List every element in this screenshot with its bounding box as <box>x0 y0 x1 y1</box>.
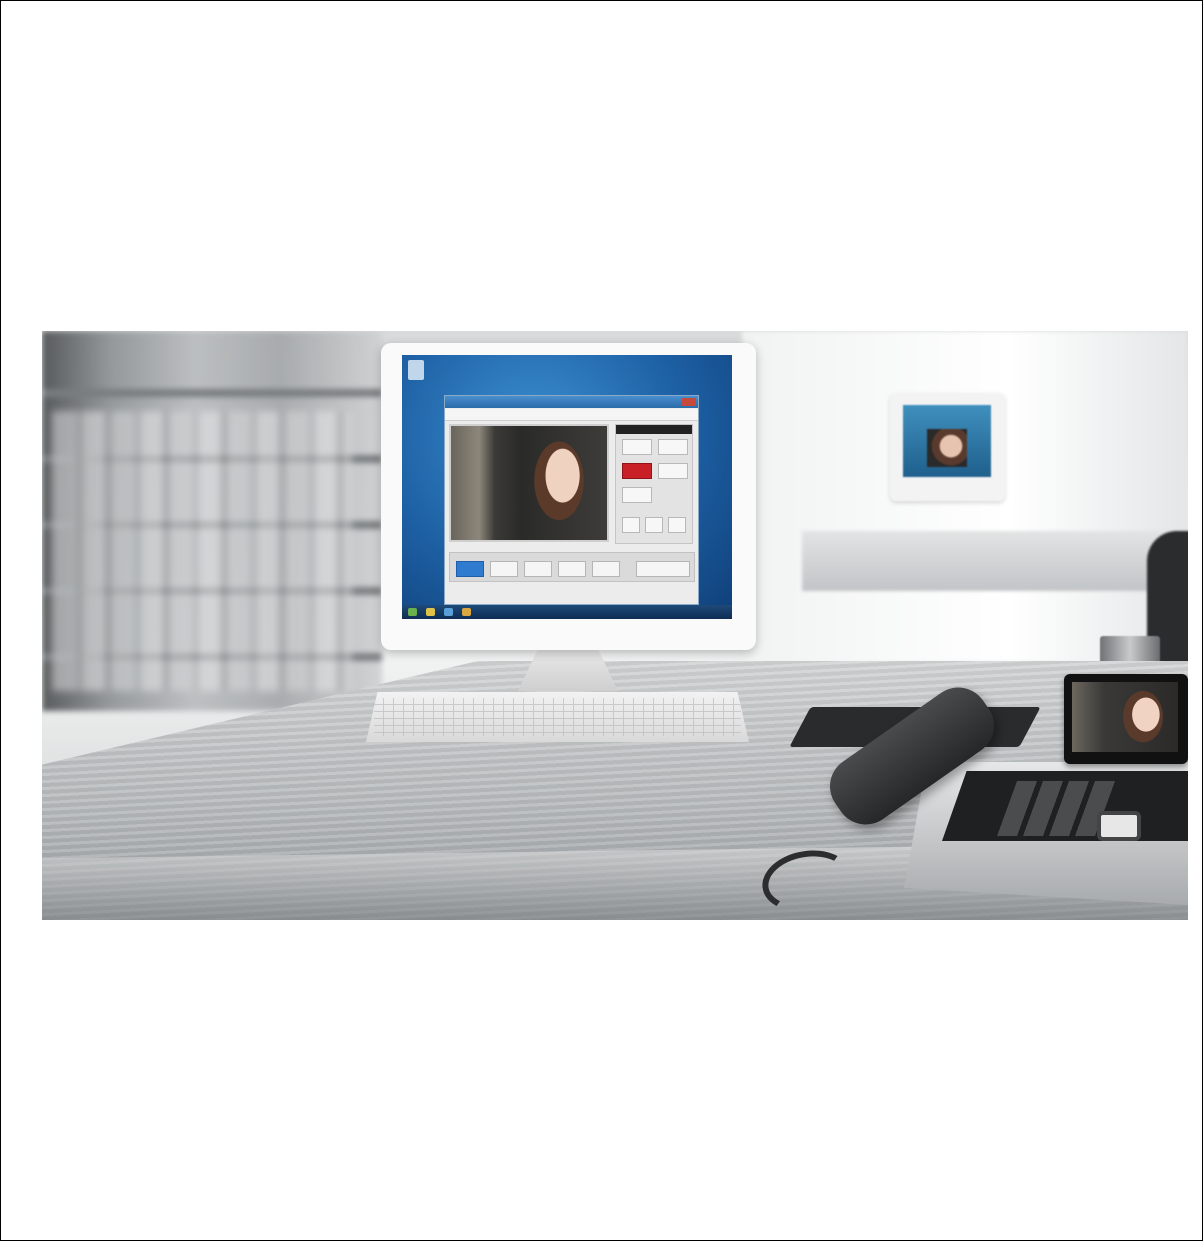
desktop-icon <box>408 360 424 380</box>
keyboard-keys <box>374 698 741 736</box>
intercom-app-window <box>444 395 699 605</box>
control-button <box>622 517 640 533</box>
monitor-stand <box>518 649 618 691</box>
action-button <box>558 561 586 577</box>
control-button <box>668 517 686 533</box>
action-button <box>592 561 620 577</box>
control-button <box>658 439 688 455</box>
background-monitor-video <box>927 429 967 467</box>
monitor-screen <box>402 355 732 619</box>
folder-icon <box>426 608 435 616</box>
phone-display <box>1064 674 1188 764</box>
control-button <box>622 439 652 455</box>
action-bar <box>449 552 695 582</box>
close-icon <box>682 398 696 406</box>
visitor-face <box>523 434 595 538</box>
app-titlebar <box>445 396 698 408</box>
taskbar-app-icon <box>462 608 471 616</box>
background-monitor-screen <box>903 405 991 477</box>
door-open-button <box>456 561 484 577</box>
keyboard-icon <box>366 692 749 742</box>
action-button <box>636 561 690 577</box>
control-button <box>622 487 652 503</box>
taskbar <box>402 605 732 619</box>
action-button <box>490 561 518 577</box>
taskbar-app-icon <box>444 608 453 616</box>
action-button <box>524 561 552 577</box>
control-panel-header <box>616 425 692 434</box>
phone-navigation-key <box>1097 811 1141 841</box>
record-button <box>622 463 652 479</box>
office-photo <box>42 331 1188 920</box>
start-icon <box>408 608 417 616</box>
app-caption-bar <box>445 409 698 421</box>
phone-display-screen <box>1072 682 1178 752</box>
background-desk <box>802 531 1188 591</box>
background-monitor <box>890 393 1005 501</box>
control-panel <box>615 424 693 544</box>
phone-visitor-face <box>1114 686 1172 752</box>
control-button <box>658 463 688 479</box>
control-button <box>645 517 663 533</box>
door-camera-video <box>449 424 609 542</box>
background-books <box>52 411 352 691</box>
